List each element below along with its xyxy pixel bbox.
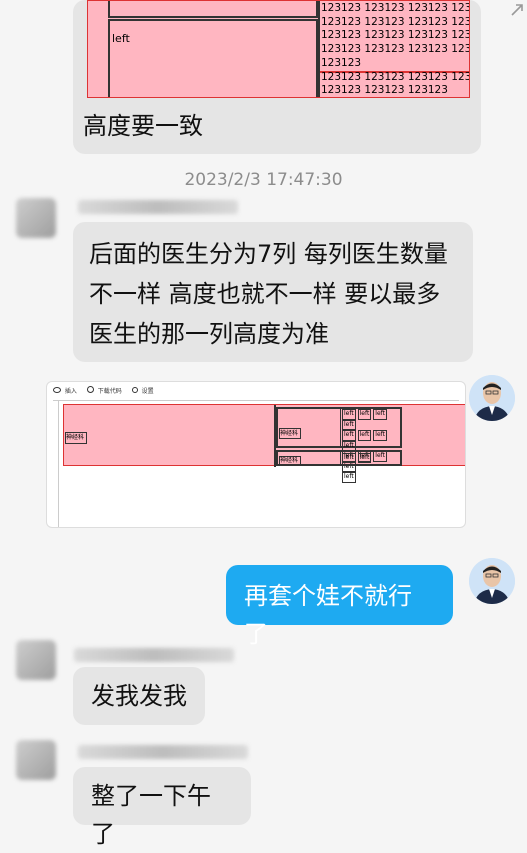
- eye-icon[interactable]: [53, 387, 61, 393]
- message-bubble-6[interactable]: 整了一下午了: [73, 767, 251, 848]
- sender-avatar[interactable]: [16, 640, 56, 680]
- left-cell: left: [342, 419, 356, 430]
- sender-avatar[interactable]: [16, 198, 56, 238]
- sent-image-bubble[interactable]: 插入 下载代码 设置 神经科 神经科 left left left left l…: [46, 381, 466, 528]
- message-line: 后面的医生分为7列 每列医生数量: [89, 240, 448, 268]
- left-cell: left: [342, 409, 356, 420]
- left-label: left: [112, 32, 130, 45]
- sender-name: [78, 200, 238, 214]
- left-cell: left: [342, 430, 356, 441]
- message-text: 整了一下午了: [91, 782, 211, 848]
- download-icon[interactable]: [86, 386, 94, 393]
- person-avatar[interactable]: [469, 375, 515, 421]
- num-line: 123123 123123 123123 123123 123123: [321, 70, 470, 83]
- num-line: 123123: [321, 56, 362, 69]
- message-bubble-1[interactable]: left 123123 123123 123123 123 123 123 123 …: [73, 0, 481, 154]
- message-text: 高度要一致: [83, 112, 203, 140]
- sender-avatar[interactable]: [16, 740, 56, 780]
- left-cell: left: [342, 453, 356, 463]
- share-icon[interactable]: [509, 2, 525, 18]
- num-line: 123123 123123 123123: [321, 84, 448, 97]
- num-line: 123123 123123 123123 123123 123123: [321, 43, 470, 56]
- dept-label: 神经科: [280, 457, 299, 464]
- person-avatar[interactable]: [469, 558, 515, 604]
- dept-label: 神经科: [66, 434, 85, 441]
- left-cell: left: [373, 409, 387, 420]
- left-cell: left: [357, 409, 372, 420]
- sender-name: [78, 745, 248, 759]
- sender-name: [74, 648, 234, 662]
- search-icon[interactable]: [131, 387, 138, 393]
- left-cell: left: [373, 430, 387, 441]
- num-line: 123123 123123 123123 123123 123123: [321, 29, 470, 42]
- dept-label: 神经科: [280, 430, 299, 437]
- left-cell: left: [357, 453, 372, 463]
- toolbar-download[interactable]: 下载代码: [98, 388, 122, 395]
- message-bubble-4[interactable]: 再套个娃不就行了: [226, 565, 453, 648]
- message-bubble-5[interactable]: 发我发我: [73, 667, 205, 725]
- message-line: 不一样 高度也就不一样 要以最多: [89, 280, 441, 308]
- left-cell: left: [342, 472, 356, 483]
- message-text: 发我发我: [91, 682, 187, 710]
- num-line: 123123 123123 123123 123123 123123: [321, 2, 470, 14]
- toolbar-insert[interactable]: 插入: [65, 388, 77, 395]
- message-bubble-2[interactable]: 后面的医生分为7列 每列医生数量 不一样 高度也就不一样 要以最多 医生的那一列…: [73, 222, 473, 362]
- num-line: 123123 123123 123123 123123 123123: [321, 15, 470, 28]
- message-line: 医生的那一列高度为准: [89, 320, 329, 348]
- left-cell: left: [357, 430, 372, 441]
- timestamp: 2023/2/3 17:47:30: [184, 170, 343, 190]
- message-text: 再套个娃不就行了: [244, 582, 412, 648]
- toolbar-settings[interactable]: 设置: [142, 388, 154, 395]
- code-preview-image[interactable]: left 123123 123123 123123 123 123 123 123 …: [87, 0, 470, 98]
